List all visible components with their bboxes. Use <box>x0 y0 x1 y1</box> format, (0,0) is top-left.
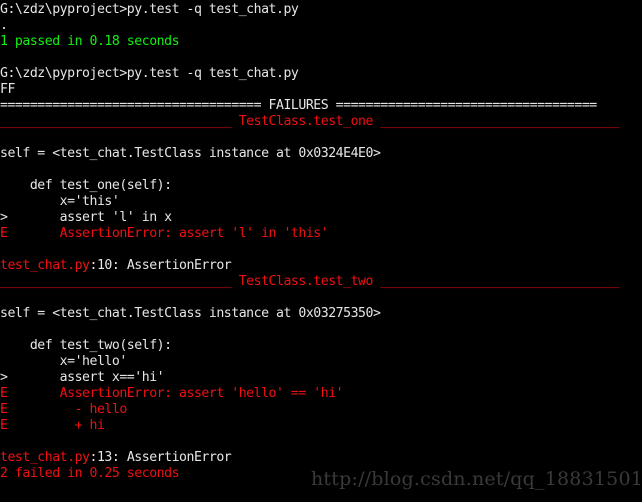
terminal-window[interactable]: G:\zdz\pyproject>py.test -q test_chat.py… <box>0 0 642 502</box>
console-line-loc-one-file: test_chat.py <box>0 258 90 273</box>
console-line-code-two-assert: > assert x=='hi' <box>0 370 165 385</box>
console-line-failures-banner: =================================== FAIL… <box>0 98 597 113</box>
console-line-sep-test-two: _______________________________ TestClas… <box>0 274 620 289</box>
console-line-prompt-1: G:\zdz\pyproject>py.test -q test_chat.py <box>0 2 299 17</box>
console-line-err-two: E AssertionError: assert 'hello' == 'hi' <box>0 386 344 401</box>
console-line-blank-5 <box>0 290 642 306</box>
console-line-blank-3 <box>0 162 642 178</box>
console-line-blank-7 <box>0 434 642 450</box>
console-line-err-two-plus: E + hi <box>0 418 105 433</box>
console-line-code-one-assign: x='this' <box>0 194 120 209</box>
watermark-url: http://blog.csdn.net/qq_18831501 <box>311 468 642 490</box>
console-line-blank-4 <box>0 242 642 258</box>
console-line-loc-two-file: test_chat.py <box>0 450 90 465</box>
console-line-blank-2 <box>0 130 642 146</box>
console-line-code-two-assign: x='hello' <box>0 354 128 369</box>
console-line-err-one: E AssertionError: assert 'l' in 'this' <box>0 226 329 241</box>
console-line-self-one: self = <test_chat.TestClass instance at … <box>0 146 381 161</box>
console-line-blank-6 <box>0 322 642 338</box>
console-output: G:\zdz\pyproject>py.test -q test_chat.py… <box>0 2 642 482</box>
console-line-prompt-2: G:\zdz\pyproject>py.test -q test_chat.py <box>0 66 299 81</box>
console-line-self-two: self = <test_chat.TestClass instance at … <box>0 306 381 321</box>
console-line-code-one-assert: > assert 'l' in x <box>0 210 172 225</box>
console-line-sep-test-one: _______________________________ TestClas… <box>0 114 620 129</box>
console-line-summary-pass: 1 passed in 0.18 seconds <box>0 34 180 49</box>
console-line-err-two-minus: E - hello <box>0 402 127 417</box>
console-line-loc-one-detail: :10: AssertionError <box>89 258 232 273</box>
console-line-blank-1 <box>0 50 642 66</box>
console-line-loc-two-detail: :13: AssertionError <box>89 450 232 465</box>
console-line-code-two-def: def test_two(self): <box>0 338 172 353</box>
console-line-code-one-def: def test_one(self): <box>0 178 172 193</box>
console-line-loc-two: test_chat.py:13: AssertionError <box>0 450 642 466</box>
console-line-progress-ff: FF <box>0 82 15 97</box>
console-line-progress-dot: . <box>0 18 8 33</box>
console-line-loc-one: test_chat.py:10: AssertionError <box>0 258 642 274</box>
